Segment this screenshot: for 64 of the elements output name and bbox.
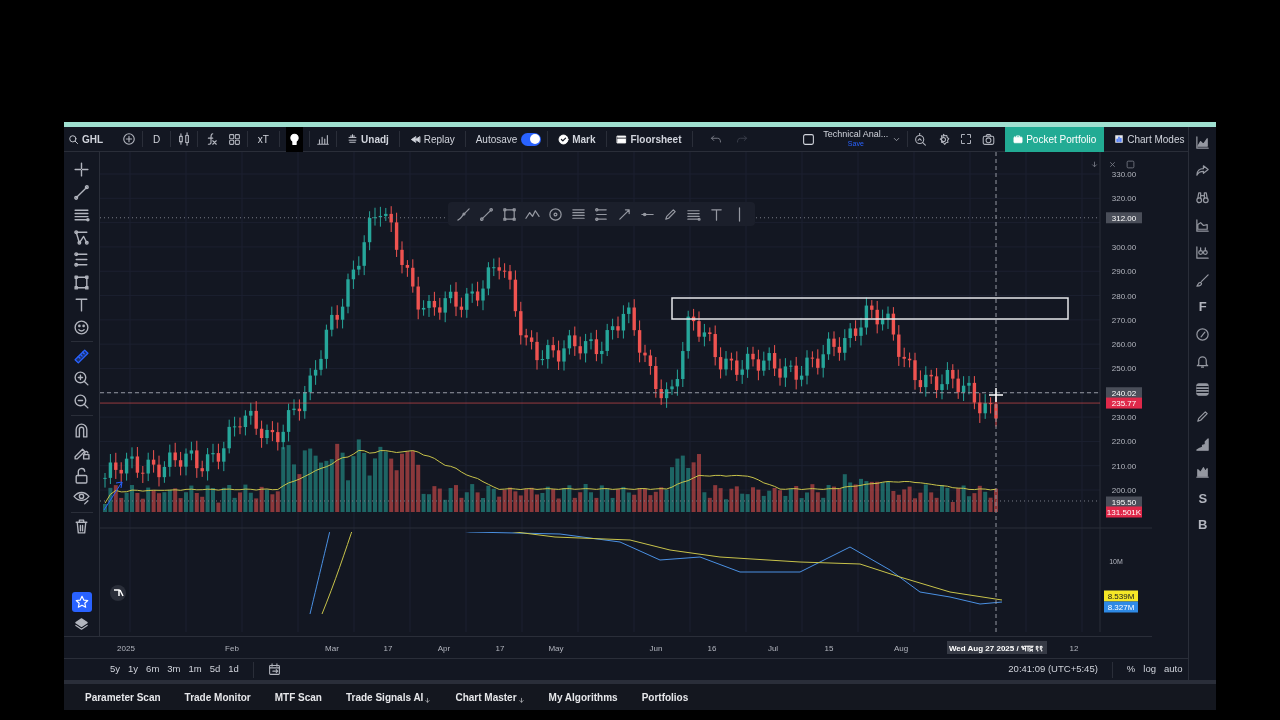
tab[interactable]: MTF Scan xyxy=(274,689,322,705)
time-label: 17 xyxy=(495,644,505,653)
price-label: 260.00 xyxy=(1111,340,1137,350)
price-marker: 131.501K xyxy=(1106,506,1142,518)
range-button[interactable]: 5y xyxy=(110,662,121,677)
tool-button[interactable]: B xyxy=(1198,518,1208,532)
time-label: 17 xyxy=(383,644,393,653)
price-label: 250.00 xyxy=(1111,364,1137,374)
range-button[interactable]: 5d xyxy=(209,662,221,677)
tab[interactable]: Trade Monitor xyxy=(184,689,251,705)
time-label: 16 xyxy=(707,644,717,653)
tool-button[interactable]: F xyxy=(1198,300,1207,314)
tab[interactable]: Portfolios xyxy=(641,689,689,705)
price-marker: 240.02 xyxy=(1106,387,1142,399)
time-label: 2025 xyxy=(117,644,135,653)
price-label: 290.00 xyxy=(1111,267,1137,277)
tab[interactable]: Parameter Scan xyxy=(85,689,161,705)
time-label: Jul xyxy=(767,644,779,653)
cursor-date-label: Wed Aug 27 2025 / भाद्र ११ xyxy=(947,641,1047,654)
replay-button[interactable]: Replay xyxy=(405,131,459,147)
price-marker: 195.50 xyxy=(1106,496,1142,508)
range-button[interactable]: 3m xyxy=(167,662,181,677)
symbol-search[interactable]: GHL xyxy=(64,131,115,147)
indicator-marker: 8.327M xyxy=(1104,601,1138,613)
price-label: 330.00 xyxy=(1111,170,1137,179)
tab[interactable]: My Algorithms xyxy=(548,689,618,705)
price-label: 230.00 xyxy=(1111,413,1137,423)
time-label: Aug xyxy=(893,644,909,653)
range-button[interactable]: 6m xyxy=(146,662,160,677)
unadj-button[interactable]: Unadj xyxy=(343,131,393,147)
studies-button[interactable]: xT xyxy=(253,131,273,147)
interval-button[interactable]: D xyxy=(149,131,165,147)
tab[interactable]: Chart Master xyxy=(455,689,525,705)
price-label: 210.00 xyxy=(1111,461,1137,471)
tool-button[interactable]: S xyxy=(1198,491,1208,506)
price-label: 280.00 xyxy=(1111,291,1137,301)
mark-button[interactable]: Mark xyxy=(554,131,600,147)
clock-label: 20:41:09 (UTC+5:45) xyxy=(1008,662,1098,677)
chart-modes-button[interactable]: Chart Modes xyxy=(1110,131,1189,147)
floorsheet-button[interactable]: Floorsheet xyxy=(612,131,686,147)
time-label: Jun xyxy=(649,644,663,653)
scale-option[interactable]: % xyxy=(1126,662,1136,677)
layout-name[interactable]: Technical Anal... xyxy=(823,130,889,139)
time-label: Mar xyxy=(325,644,339,653)
indicator-marker: 8.539M xyxy=(1104,590,1138,602)
scale-option[interactable]: auto xyxy=(1164,662,1183,677)
scale-option[interactable]: log xyxy=(1143,662,1156,677)
price-label: 220.00 xyxy=(1111,437,1137,447)
price-label: 300.00 xyxy=(1111,242,1137,252)
range-button[interactable]: 1d xyxy=(228,662,239,677)
range-button[interactable]: 1m xyxy=(188,662,202,677)
time-label: May xyxy=(548,644,564,653)
time-label: 12 xyxy=(1069,644,1079,653)
price-marker: 235.77 xyxy=(1106,397,1142,409)
price-marker: 312.00 xyxy=(1106,212,1142,224)
time-label: Apr xyxy=(437,644,451,653)
price-label: 270.00 xyxy=(1111,315,1137,325)
time-label: 15 xyxy=(824,644,834,653)
autosave-label: Autosave xyxy=(474,132,519,147)
price-label: 200.00 xyxy=(1111,486,1137,496)
price-label: 320.00 xyxy=(1111,194,1137,204)
range-button[interactable]: 1y xyxy=(128,662,139,677)
time-label: Feb xyxy=(225,644,239,653)
tab[interactable]: Trade Signals AI xyxy=(345,689,432,705)
